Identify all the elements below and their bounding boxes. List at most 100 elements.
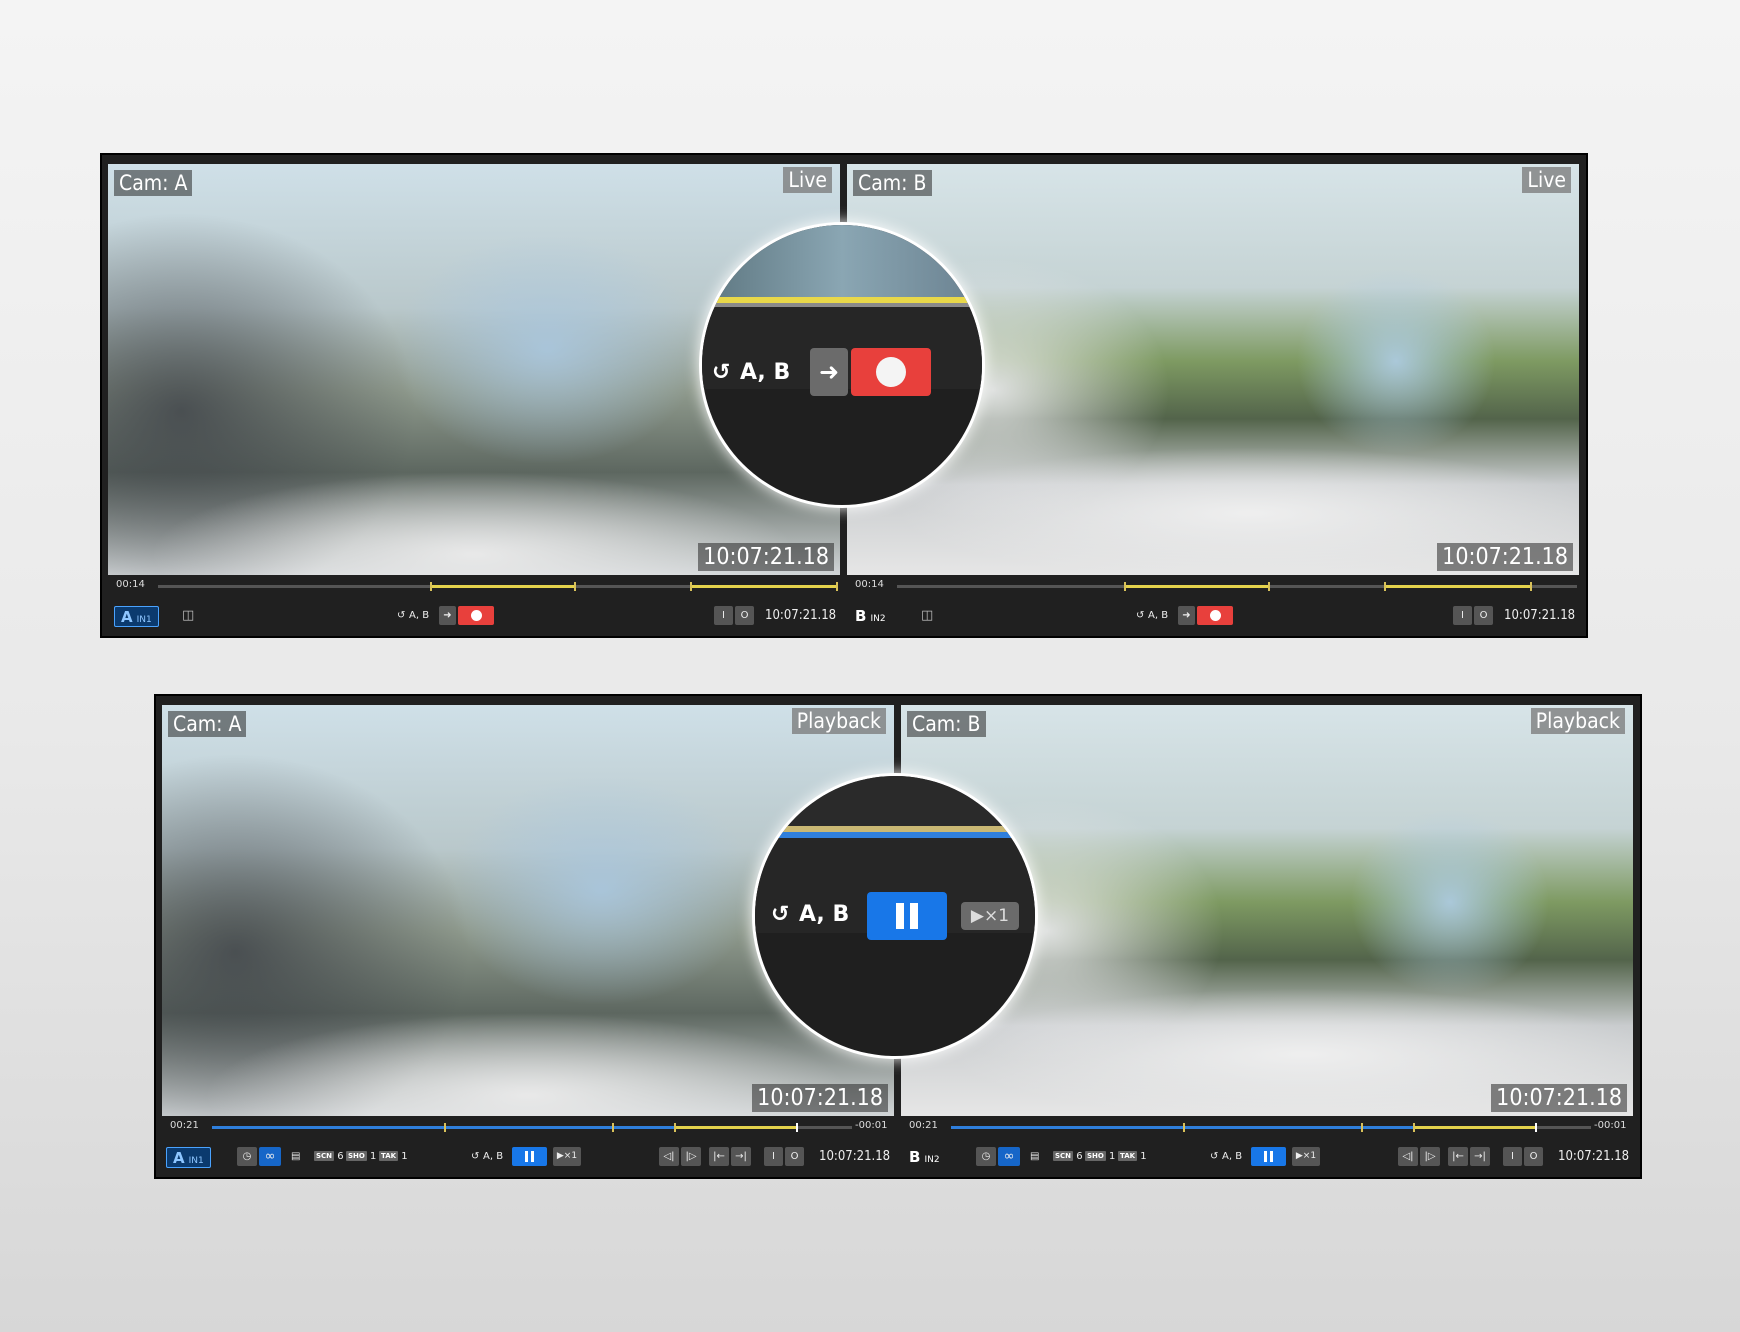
in-point-button[interactable]: I [1503,1147,1522,1166]
cam-label: Cam: A [114,170,193,197]
go-end-icon[interactable]: →| [731,1147,751,1166]
timeline-track[interactable] [158,582,838,591]
record-button[interactable] [458,606,494,625]
timecode: 10:07:21.18 [819,1149,891,1164]
timeline-track[interactable] [951,1123,1591,1132]
timecode-overlay: 10:07:21.18 [752,1083,888,1112]
play-speed-button[interactable]: ▶×1 [961,902,1019,930]
timeline-track[interactable] [212,1123,852,1132]
shot-label: SHO 1 [346,1151,377,1162]
recent-cams-icon: ↺ [1210,1151,1219,1162]
clip-segment [1384,585,1532,588]
input-badge[interactable]: B IN2 [903,1147,946,1168]
playback-controls-magnifier: ↺ A, B ▶×1 [755,776,1035,1056]
scene-label: SCN 6 [314,1151,344,1162]
input-badge[interactable]: B IN2 [849,606,892,627]
record-button[interactable] [851,348,931,396]
clip-marker [1384,582,1386,591]
out-point-button[interactable]: O [1474,606,1493,625]
clip-segment [1124,585,1269,588]
record-icon [1209,609,1221,621]
go-end-icon[interactable]: →| [1470,1147,1490,1166]
out-point-button[interactable]: O [735,606,754,625]
timecode: 10:07:21.18 [1558,1149,1630,1164]
mode-label: Live [783,167,832,194]
cams-label: A, B [409,610,430,621]
step-forward-icon[interactable]: |▷ [681,1147,701,1166]
recent-cams-icon: ↺ [712,360,731,385]
input-badge[interactable]: A IN1 [166,1147,211,1168]
record-button[interactable] [1197,606,1233,625]
arrow-right-icon[interactable]: ➜ [1178,606,1195,625]
arrow-right-icon[interactable]: ➜ [439,606,456,625]
in-point-button[interactable]: I [764,1147,783,1166]
film-icon: ▤ [1030,1151,1040,1162]
clock-icon[interactable]: ◷ [237,1147,257,1166]
in-point-button[interactable]: I [714,606,733,625]
clip-segment [674,1126,797,1129]
remaining-time: -00:01 [1594,1120,1627,1131]
out-point-button[interactable]: O [785,1147,804,1166]
pause-button[interactable] [512,1147,547,1166]
remaining-time: -00:01 [855,1120,888,1131]
cam-label: Cam: A [168,711,247,738]
control-bar: A IN1 ◷ ∞ ▤ SCN 6 SHO 1 TAK 1 ↺ A, B ▶×1 … [162,1147,894,1171]
cams-label: A, B [799,902,850,927]
timeline-track[interactable] [897,582,1577,591]
recent-cams-icon: ↺ [397,610,406,621]
arrow-right-icon[interactable]: ➜ [810,348,848,396]
playhead[interactable] [796,1123,798,1132]
elapsed-time: 00:14 [116,579,145,590]
go-start-icon[interactable]: |← [709,1147,729,1166]
clip-marker [430,582,432,591]
cams-label: A, B [1148,610,1169,621]
step-back-icon[interactable]: ◁| [1398,1147,1418,1166]
playhead[interactable] [1535,1123,1537,1132]
record-controls-magnifier: ↺ A, B ➜ [702,225,982,505]
clip-marker [574,582,576,591]
loop-icon[interactable]: ∞ [998,1147,1020,1166]
scene-label: SCN 6 [1053,1151,1083,1162]
elapsed-time: 00:21 [170,1120,199,1131]
mode-label: Playback [791,708,886,735]
record-icon [470,609,482,621]
clip-marker [690,582,692,591]
magnified-video [755,776,1035,826]
cam-label: Cam: B [907,711,986,738]
record-icon [876,357,906,387]
timeline-row: 00:21 -00:01 [901,1120,1633,1134]
pause-button[interactable] [867,892,947,940]
pause-button[interactable] [1251,1147,1286,1166]
take-label: TAK 1 [1118,1151,1147,1162]
in-point-button[interactable]: I [1453,606,1472,625]
clip-marker [1268,582,1270,591]
camera-icon[interactable]: ◫ [182,606,194,625]
clip-marker [1413,1123,1415,1132]
go-start-icon[interactable]: |← [1448,1147,1468,1166]
step-back-icon[interactable]: ◁| [659,1147,679,1166]
timecode-overlay: 10:07:21.18 [1437,542,1573,571]
clip-marker [1124,582,1126,591]
take-label: TAK 1 [379,1151,408,1162]
clock-icon[interactable]: ◷ [976,1147,996,1166]
clip-marker [1530,582,1532,591]
input-badge[interactable]: A IN1 [114,606,159,627]
camera-icon[interactable]: ◫ [921,606,933,625]
pause-icon [893,903,921,933]
timeline-row: 00:14 [847,579,1579,593]
elapsed-time: 00:14 [855,579,884,590]
step-forward-icon[interactable]: |▷ [1420,1147,1440,1166]
mode-label: Live [1522,167,1571,194]
loop-icon[interactable]: ∞ [259,1147,281,1166]
control-bar: B IN2 ◷ ∞ ▤ SCN 6 SHO 1 TAK 1 ↺ A, B ▶×1 … [901,1147,1633,1171]
out-point-button[interactable]: O [1524,1147,1543,1166]
clip-segment [1413,1126,1536,1129]
play-speed-button[interactable]: ▶×1 [553,1147,581,1166]
timeline-row: 00:21 -00:01 [162,1120,894,1134]
cam-label: Cam: B [853,170,932,197]
play-speed-button[interactable]: ▶×1 [1292,1147,1320,1166]
clip-marker [444,1123,446,1132]
recent-cams-icon: ↺ [471,1151,480,1162]
clip-marker [674,1123,676,1132]
recent-cams-icon: ↺ [771,902,790,927]
